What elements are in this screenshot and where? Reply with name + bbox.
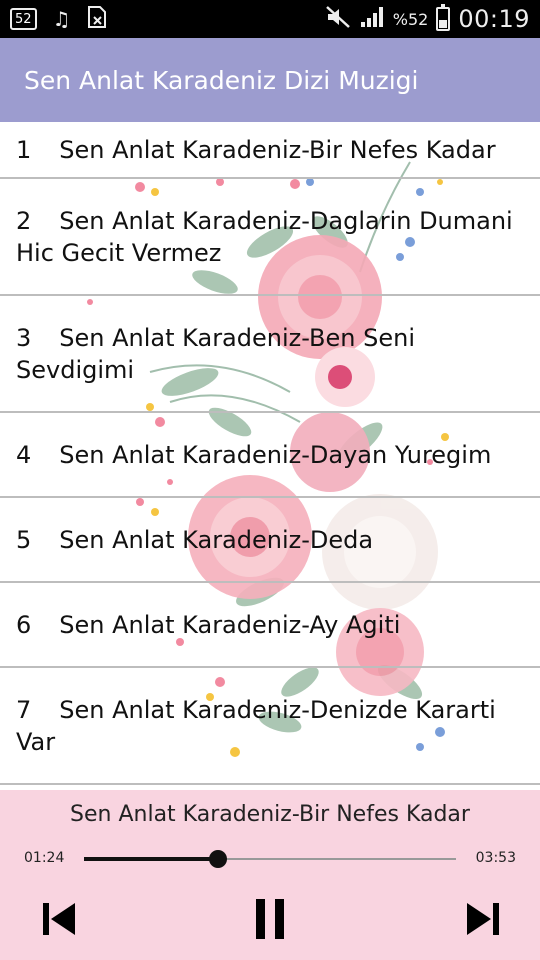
- track-item[interactable]: 7 Sen Anlat Karadeniz-Denizde Kararti Var: [0, 668, 540, 785]
- sim-off-icon: [86, 5, 108, 33]
- track-list-area[interactable]: 1 Sen Anlat Karadeniz-Bir Nefes Kadar 2 Se…: [0, 122, 540, 790]
- total-time: 03:53: [475, 850, 516, 866]
- current-time: 01:24: [24, 850, 65, 866]
- message-count-badge: 52: [10, 8, 37, 30]
- app-bar: Sen Anlat Karadeniz Dizi Muzigi: [0, 38, 540, 122]
- track-title: Sen Anlat Karadeniz-Bir Nefes Kadar: [59, 135, 496, 164]
- status-bar: 52 ♫ %52 00:19: [0, 0, 540, 38]
- track-title: Sen Anlat Karadeniz-Denizde Kararti Var: [16, 695, 496, 756]
- track-title: Sen Anlat Karadeniz-Dayan Yuregim: [59, 440, 492, 469]
- track-number: 4: [16, 440, 32, 469]
- skip-previous-icon: [43, 903, 75, 935]
- clock: 00:19: [458, 5, 530, 33]
- app-title: Sen Anlat Karadeniz Dizi Muzigi: [24, 65, 419, 95]
- track-number: 6: [16, 610, 32, 639]
- seek-progress: [84, 857, 218, 861]
- battery-percent: %52: [392, 9, 429, 29]
- track-item[interactable]: 5 Sen Anlat Karadeniz-Deda: [0, 498, 540, 583]
- track-item[interactable]: 1 Sen Anlat Karadeniz-Bir Nefes Kadar: [0, 122, 540, 179]
- skip-next-icon: [467, 903, 499, 935]
- mute-icon: [325, 5, 351, 33]
- now-playing-title: Sen Anlat Karadeniz-Bir Nefes Kadar: [70, 802, 470, 827]
- previous-button[interactable]: [34, 894, 84, 944]
- track-item[interactable]: 4 Sen Anlat Karadeniz-Dayan Yuregim: [0, 413, 540, 498]
- signal-icon: [359, 5, 385, 33]
- music-note-icon: ♫: [52, 7, 71, 31]
- seek-bar[interactable]: [84, 847, 456, 871]
- track-title: Sen Anlat Karadeniz-Ben Seni Sevdigimi: [16, 323, 415, 384]
- pause-button[interactable]: [245, 894, 295, 944]
- track-number: 5: [16, 525, 32, 554]
- battery-icon: [436, 4, 451, 31]
- track-item[interactable]: 6 Sen Anlat Karadeniz-Ay Agiti: [0, 583, 540, 668]
- track-number: 2: [16, 206, 32, 235]
- pause-icon: [256, 899, 284, 939]
- track-item[interactable]: 2 Sen Anlat Karadeniz-Daglarin Dumani Hic…: [0, 179, 540, 296]
- track-list: 1 Sen Anlat Karadeniz-Bir Nefes Kadar 2 Se…: [0, 122, 540, 785]
- track-number: 7: [16, 695, 32, 724]
- music-player: Sen Anlat Karadeniz-Bir Nefes Kadar 01:2…: [0, 790, 540, 960]
- track-number: 1: [16, 135, 32, 164]
- track-title: Sen Anlat Karadeniz-Daglarin Dumani Hic …: [16, 206, 513, 267]
- seek-thumb[interactable]: [208, 850, 227, 868]
- track-item[interactable]: 3 Sen Anlat Karadeniz-Ben Seni Sevdigimi: [0, 296, 540, 413]
- track-number: 3: [16, 323, 32, 352]
- track-title: Sen Anlat Karadeniz-Ay Agiti: [59, 610, 401, 639]
- next-button[interactable]: [458, 894, 508, 944]
- track-title: Sen Anlat Karadeniz-Deda: [59, 525, 374, 554]
